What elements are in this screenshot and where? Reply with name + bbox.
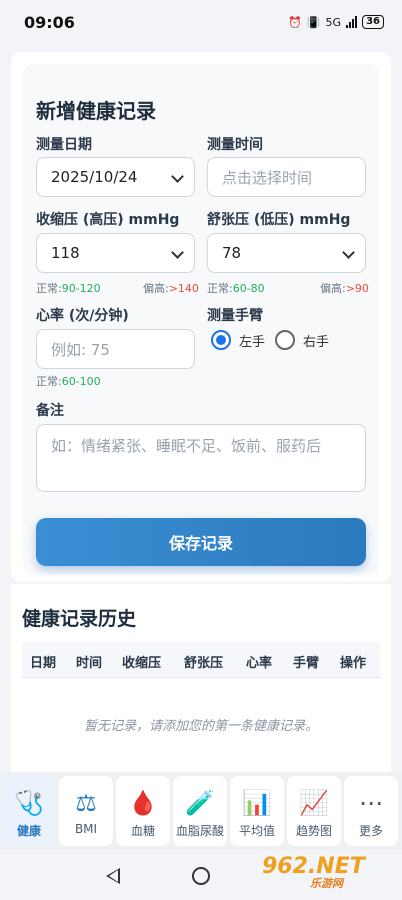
nav-item-health[interactable]: 🩺 健康	[2, 776, 56, 846]
diastolic-value: 78	[222, 244, 242, 262]
systolic-normal-hint: 正常:90-120	[36, 282, 101, 295]
radio-unchecked-icon[interactable]	[275, 330, 295, 350]
notes-label: 备注	[36, 403, 64, 419]
nav-item-lipids-uric[interactable]: 🧪 血脂尿酸	[173, 776, 227, 846]
time-placeholder: 点击选择时间	[222, 168, 313, 187]
blood-drop-icon: 🩸	[128, 789, 158, 817]
arm-right-label: 右手	[303, 334, 330, 350]
nav-item-more[interactable]: ⋯ 更多	[344, 776, 398, 846]
systolic-value: 118	[51, 244, 80, 262]
status-bar: 09:06 ⏰ 📳 5G 36	[0, 0, 402, 44]
bottom-nav: 🩺 健康 ⚖ BMI 🩸 血糖 🧪 血脂尿酸 📊 平均值 📈 趋势图 ⋯ 更多	[0, 772, 402, 850]
watermark-logo: 962.NET 乐游网	[262, 854, 365, 890]
nav-label: 血脂尿酸	[175, 824, 224, 838]
more-icon: ⋯	[359, 789, 383, 817]
systolic-label: 收缩压 (高压) mmHg	[36, 212, 180, 228]
status-icons: ⏰ 📳 5G 36	[288, 15, 384, 29]
arm-right-radio[interactable]: 右手	[275, 330, 329, 350]
col-action: 操作	[340, 656, 367, 671]
status-time: 09:06	[24, 12, 75, 32]
nav-item-bmi[interactable]: ⚖ BMI	[59, 776, 113, 846]
nav-label: 平均值	[238, 824, 275, 838]
arm-left-radio[interactable]: 左手	[211, 330, 265, 350]
date-select[interactable]: 2025/10/24	[36, 157, 195, 197]
line-chart-icon: 📈	[299, 789, 329, 817]
heart-rate-normal-hint: 正常:60-100	[36, 375, 101, 388]
chevron-down-icon	[342, 246, 355, 259]
form-title: 新增健康记录	[36, 99, 156, 123]
col-arm: 手臂	[293, 656, 320, 671]
diastolic-select[interactable]: 78	[207, 233, 366, 273]
chevron-down-icon	[171, 246, 184, 259]
time-input[interactable]: 点击选择时间	[207, 157, 366, 197]
notes-placeholder: 如：情绪紧张、睡眠不足、饭前、服药后	[51, 437, 322, 455]
back-icon[interactable]	[106, 868, 120, 884]
col-heart-rate: 心率	[246, 656, 273, 671]
bar-chart-icon: 📊	[242, 789, 272, 817]
test-tube-icon: 🧪	[185, 789, 215, 817]
arm-label: 测量手臂	[207, 308, 263, 324]
col-systolic: 收缩压	[122, 656, 162, 671]
radio-checked-icon[interactable]	[211, 330, 231, 350]
chevron-down-icon	[171, 170, 184, 183]
heart-rate-input[interactable]: 例如: 75	[36, 329, 195, 369]
nav-label: 更多	[358, 824, 383, 838]
signal-icon	[346, 16, 358, 28]
diastolic-label: 舒张压 (低压) mmHg	[207, 212, 351, 228]
time-label: 测量时间	[207, 137, 263, 153]
alarm-icon: ⏰	[288, 15, 302, 29]
date-value: 2025/10/24	[51, 168, 138, 186]
systolic-select[interactable]: 118	[36, 233, 195, 273]
diastolic-normal-hint: 正常:60-80	[207, 282, 265, 295]
nav-label: 血糖	[130, 824, 155, 838]
col-diastolic: 舒张压	[184, 656, 224, 671]
nav-label: 健康	[16, 824, 41, 838]
systolic-high-hint: 偏高:>140	[143, 282, 199, 295]
home-icon[interactable]	[192, 867, 210, 885]
stethoscope-icon: 🩺	[14, 789, 44, 817]
heart-rate-placeholder: 例如: 75	[51, 340, 110, 359]
notes-textarea[interactable]: 如：情绪紧张、睡眠不足、饭前、服药后	[36, 424, 366, 492]
nav-label: 趋势图	[295, 824, 332, 838]
battery-icon: 36	[362, 15, 384, 29]
diastolic-high-hint: 偏高:>90	[320, 282, 369, 295]
network-label: 5G	[325, 15, 342, 29]
col-time: 时间	[76, 656, 103, 671]
scale-icon: ⚖	[75, 789, 97, 817]
vibrate-icon: 📳	[306, 15, 321, 29]
nav-item-average[interactable]: 📊 平均值	[230, 776, 284, 846]
nav-item-blood-sugar[interactable]: 🩸 血糖	[116, 776, 170, 846]
heart-rate-label: 心率 (次/分钟)	[36, 308, 129, 324]
save-record-button[interactable]: 保存记录	[36, 518, 366, 566]
col-date: 日期	[30, 656, 57, 671]
nav-label: BMI	[74, 822, 98, 836]
arm-left-label: 左手	[239, 334, 266, 350]
history-table-header: 日期 时间 收缩压 舒张压 心率 手臂 操作	[22, 642, 380, 678]
date-label: 测量日期	[36, 137, 92, 153]
history-empty-message: 暂无记录，请添加您的第一条健康记录。	[83, 719, 318, 734]
history-title: 健康记录历史	[22, 608, 137, 630]
nav-item-trend[interactable]: 📈 趋势图	[287, 776, 341, 846]
